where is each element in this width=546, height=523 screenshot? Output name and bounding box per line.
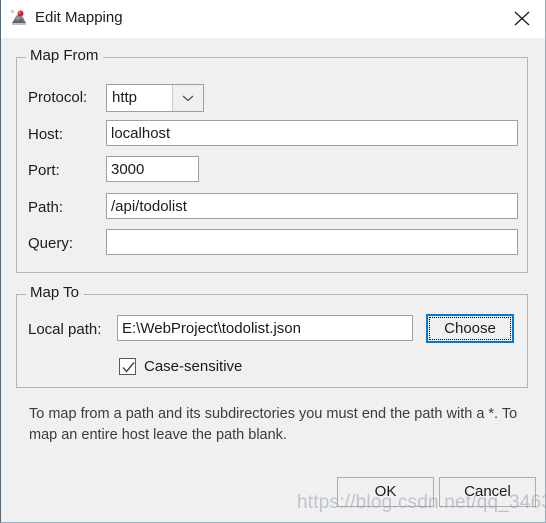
protocol-selected-value: http [112, 89, 138, 106]
port-input[interactable] [106, 156, 199, 182]
protocol-select[interactable]: http [106, 84, 204, 112]
window-title: Edit Mapping [35, 9, 123, 26]
cancel-button[interactable]: Cancel [439, 477, 536, 507]
query-input[interactable] [106, 229, 518, 255]
close-button[interactable] [499, 0, 545, 36]
protocol-dropdown-button[interactable] [172, 85, 203, 111]
chevron-down-icon [182, 95, 194, 102]
map-from-legend: Map From [26, 47, 104, 65]
host-input[interactable] [106, 120, 518, 146]
cancel-button-label: Cancel [464, 483, 511, 500]
ok-button-label: OK [374, 483, 397, 500]
ok-button[interactable]: OK [337, 477, 434, 507]
local-path-label: Local path: [28, 321, 102, 338]
choose-button[interactable]: Choose [426, 314, 514, 343]
case-sensitive-label: Case-sensitive [144, 358, 243, 375]
path-label: Path: [28, 199, 64, 216]
map-to-legend: Map To [26, 284, 84, 302]
edit-mapping-dialog: Edit Mapping Map From Protocol: http Hos… [0, 0, 546, 523]
host-label: Host: [28, 126, 64, 143]
path-input[interactable] [106, 193, 518, 219]
app-icon [10, 9, 28, 27]
query-label: Query: [28, 235, 74, 252]
choose-button-label: Choose [444, 320, 496, 337]
port-label: Port: [28, 162, 60, 179]
titlebar: Edit Mapping [1, 0, 545, 38]
close-icon [514, 11, 530, 26]
checkmark-icon [122, 362, 135, 373]
hint-text: To map from a path and its subdirectorie… [29, 406, 518, 443]
checkbox-box [119, 358, 136, 375]
local-path-input[interactable] [117, 315, 413, 341]
protocol-label: Protocol: [28, 89, 88, 106]
